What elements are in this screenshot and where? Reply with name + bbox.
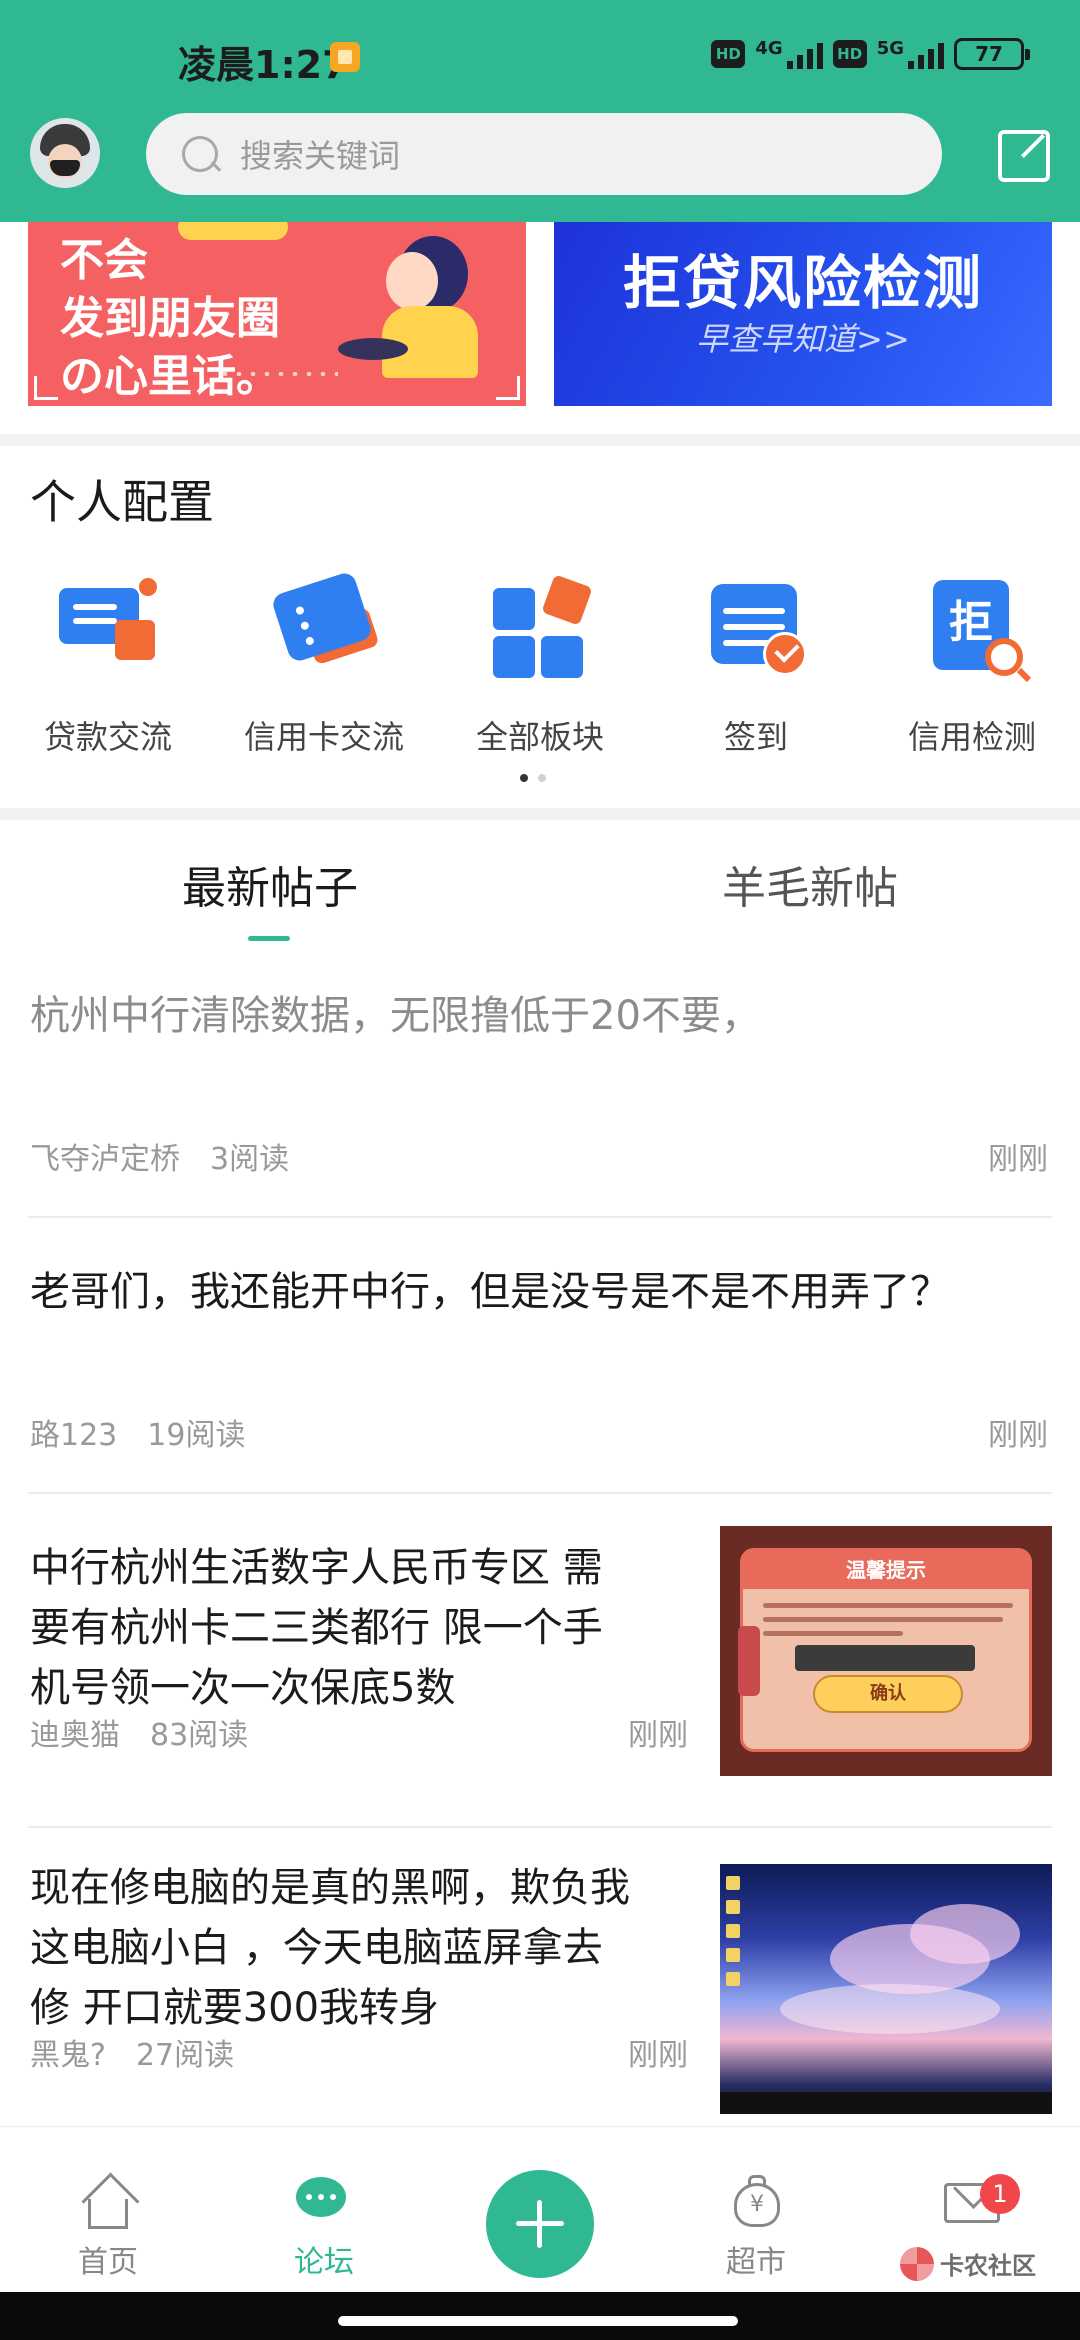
- post-meta: 迪奥猫 83阅读: [30, 1710, 248, 1754]
- nav-market[interactable]: ¥ 超市: [676, 2173, 836, 2281]
- post-meta: 路123 19阅读: [30, 1410, 245, 1454]
- credit-card-icon: [269, 570, 380, 684]
- nav-messages[interactable]: [892, 2173, 1052, 2229]
- post-reads: 19阅读: [147, 1418, 246, 1453]
- quick-entry-label: 信用检测: [907, 718, 1036, 756]
- quick-entry-credit-check[interactable]: 拒 信用检测: [872, 574, 1072, 758]
- banner-right-title: 拒贷风险检测: [622, 249, 983, 317]
- compose-icon[interactable]: [998, 130, 1050, 182]
- post-title: 现在修电脑的是真的黑啊，欺负我 这电脑小白 ，今天电脑蓝屏拿去 修 开口就要30…: [30, 1865, 630, 2031]
- status-time: 凌晨1:27: [178, 43, 349, 87]
- post-reads: 27阅读: [135, 2038, 235, 2073]
- post-reads: 3阅读: [210, 1142, 290, 1177]
- watermark-text: 卡农社区: [940, 2252, 1036, 2280]
- banner-dots: [218, 372, 338, 376]
- money-bag-icon: ¥: [726, 2173, 786, 2229]
- quick-entry-label: 全部板块: [475, 718, 604, 756]
- all-sections-icon: [485, 574, 595, 684]
- checkin-calendar-icon: [701, 574, 811, 684]
- divider: [0, 434, 1080, 446]
- post-author: 迪奥猫: [30, 1718, 120, 1753]
- post-reads: 83阅读: [150, 1718, 249, 1753]
- quick-entry-label: 信用卡交流: [243, 718, 404, 756]
- banner-moments[interactable]: 不会 发到朋友圈 の心里话。: [28, 222, 526, 406]
- quick-entry-label: 贷款交流: [43, 718, 172, 756]
- nav-home[interactable]: 首页: [28, 2173, 188, 2281]
- loan-chat-icon: [53, 574, 163, 684]
- feed-tabs: 最新帖子 羊毛新帖: [0, 822, 1080, 942]
- page-indicator: [520, 774, 546, 782]
- post-author: 飞夺泸定桥: [30, 1142, 180, 1177]
- signal-icon: [908, 39, 944, 69]
- nav-forum[interactable]: 论坛: [244, 2173, 404, 2281]
- post-time: 刚刚: [628, 2038, 688, 2073]
- search-input[interactable]: 搜索关键词: [146, 113, 942, 195]
- home-icon: [78, 2173, 138, 2229]
- tab-wool-posts[interactable]: 羊毛新帖: [660, 852, 960, 916]
- quick-entry-loan-chat[interactable]: 贷款交流: [8, 574, 208, 758]
- post-author: 路123: [30, 1418, 118, 1453]
- hd-icon: HD: [832, 40, 867, 68]
- credit-check-icon: 拒: [917, 574, 1027, 684]
- top-header: 凌晨1:27 HD 4G HD 5G 77 搜索关键词: [0, 0, 1080, 222]
- nav-label: 论坛: [294, 2245, 354, 2280]
- post-title: 老哥们，我还能开中行，但是没号是不是不用弄了？: [30, 1269, 950, 1315]
- section-title: 个人配置: [30, 475, 214, 529]
- post-title: 杭州中行清除数据，无限撸低于20不要，: [30, 993, 761, 1039]
- post-thumbnail[interactable]: [720, 1864, 1052, 2114]
- nav-label: 首页: [78, 2245, 138, 2280]
- tab-active-indicator: [248, 936, 290, 941]
- post-time: 刚刚: [988, 1418, 1048, 1453]
- avatar[interactable]: [30, 118, 100, 188]
- divider: [0, 808, 1080, 820]
- quick-entry-row: 贷款交流 信用卡交流 全部板块 签到 拒 信用检测: [0, 570, 1080, 774]
- search-placeholder: 搜索关键词: [240, 137, 401, 175]
- forum-chat-icon: [294, 2173, 354, 2229]
- post-author: 黑鬼?: [30, 2038, 106, 2073]
- signal-icon: [786, 39, 823, 69]
- status-indicators: HD 4G HD 5G 77: [711, 38, 1030, 70]
- post-time: 刚刚: [988, 1142, 1048, 1177]
- watermark: 卡农社区: [900, 2246, 1036, 2281]
- quick-entry-label: 签到: [723, 718, 788, 756]
- tab-latest-posts[interactable]: 最新帖子: [120, 852, 420, 916]
- hd-icon: HD: [711, 40, 746, 68]
- post-time: 刚刚: [628, 1718, 688, 1753]
- message-badge: 1: [980, 2174, 1020, 2214]
- post-meta: 飞夺泸定桥 3阅读: [30, 1134, 289, 1178]
- banner-girl-illustration: [338, 228, 498, 378]
- post-title: 中行杭州生活数字人民币专区 需 要有杭州卡二三类都行 限一个手 机号领一次一次保…: [30, 1545, 603, 1711]
- quick-entry-checkin[interactable]: 签到: [656, 574, 856, 758]
- banner-right-subtitle: 早查早知道>>: [696, 320, 910, 358]
- post-meta: 黑鬼? 27阅读: [30, 2030, 234, 2074]
- plus-icon[interactable]: [486, 2170, 594, 2278]
- home-indicator[interactable]: [338, 2316, 738, 2326]
- network-type: 4G: [755, 38, 783, 59]
- banner-risk-check[interactable]: 拒贷风险检测 早查早知道>>: [554, 222, 1052, 406]
- nav-label: 超市: [726, 2245, 786, 2280]
- banner-row: 不会 发到朋友圈 の心里话。 拒贷风险检测 早查早知道>>: [0, 222, 1080, 446]
- search-icon: [180, 134, 220, 174]
- post-thumbnail[interactable]: 温馨提示 确认: [720, 1526, 1052, 1776]
- notification-icon: [330, 42, 360, 72]
- quick-entry-credit-card[interactable]: 信用卡交流: [224, 570, 424, 758]
- watermark-logo-icon: [900, 2246, 934, 2281]
- network-type: 5G: [876, 38, 904, 59]
- quick-entry-all-sections[interactable]: 全部板块: [440, 574, 640, 758]
- banner-left-text: 不会 发到朋友圈 の心里话。: [60, 235, 280, 402]
- battery-icon: 77: [954, 38, 1030, 70]
